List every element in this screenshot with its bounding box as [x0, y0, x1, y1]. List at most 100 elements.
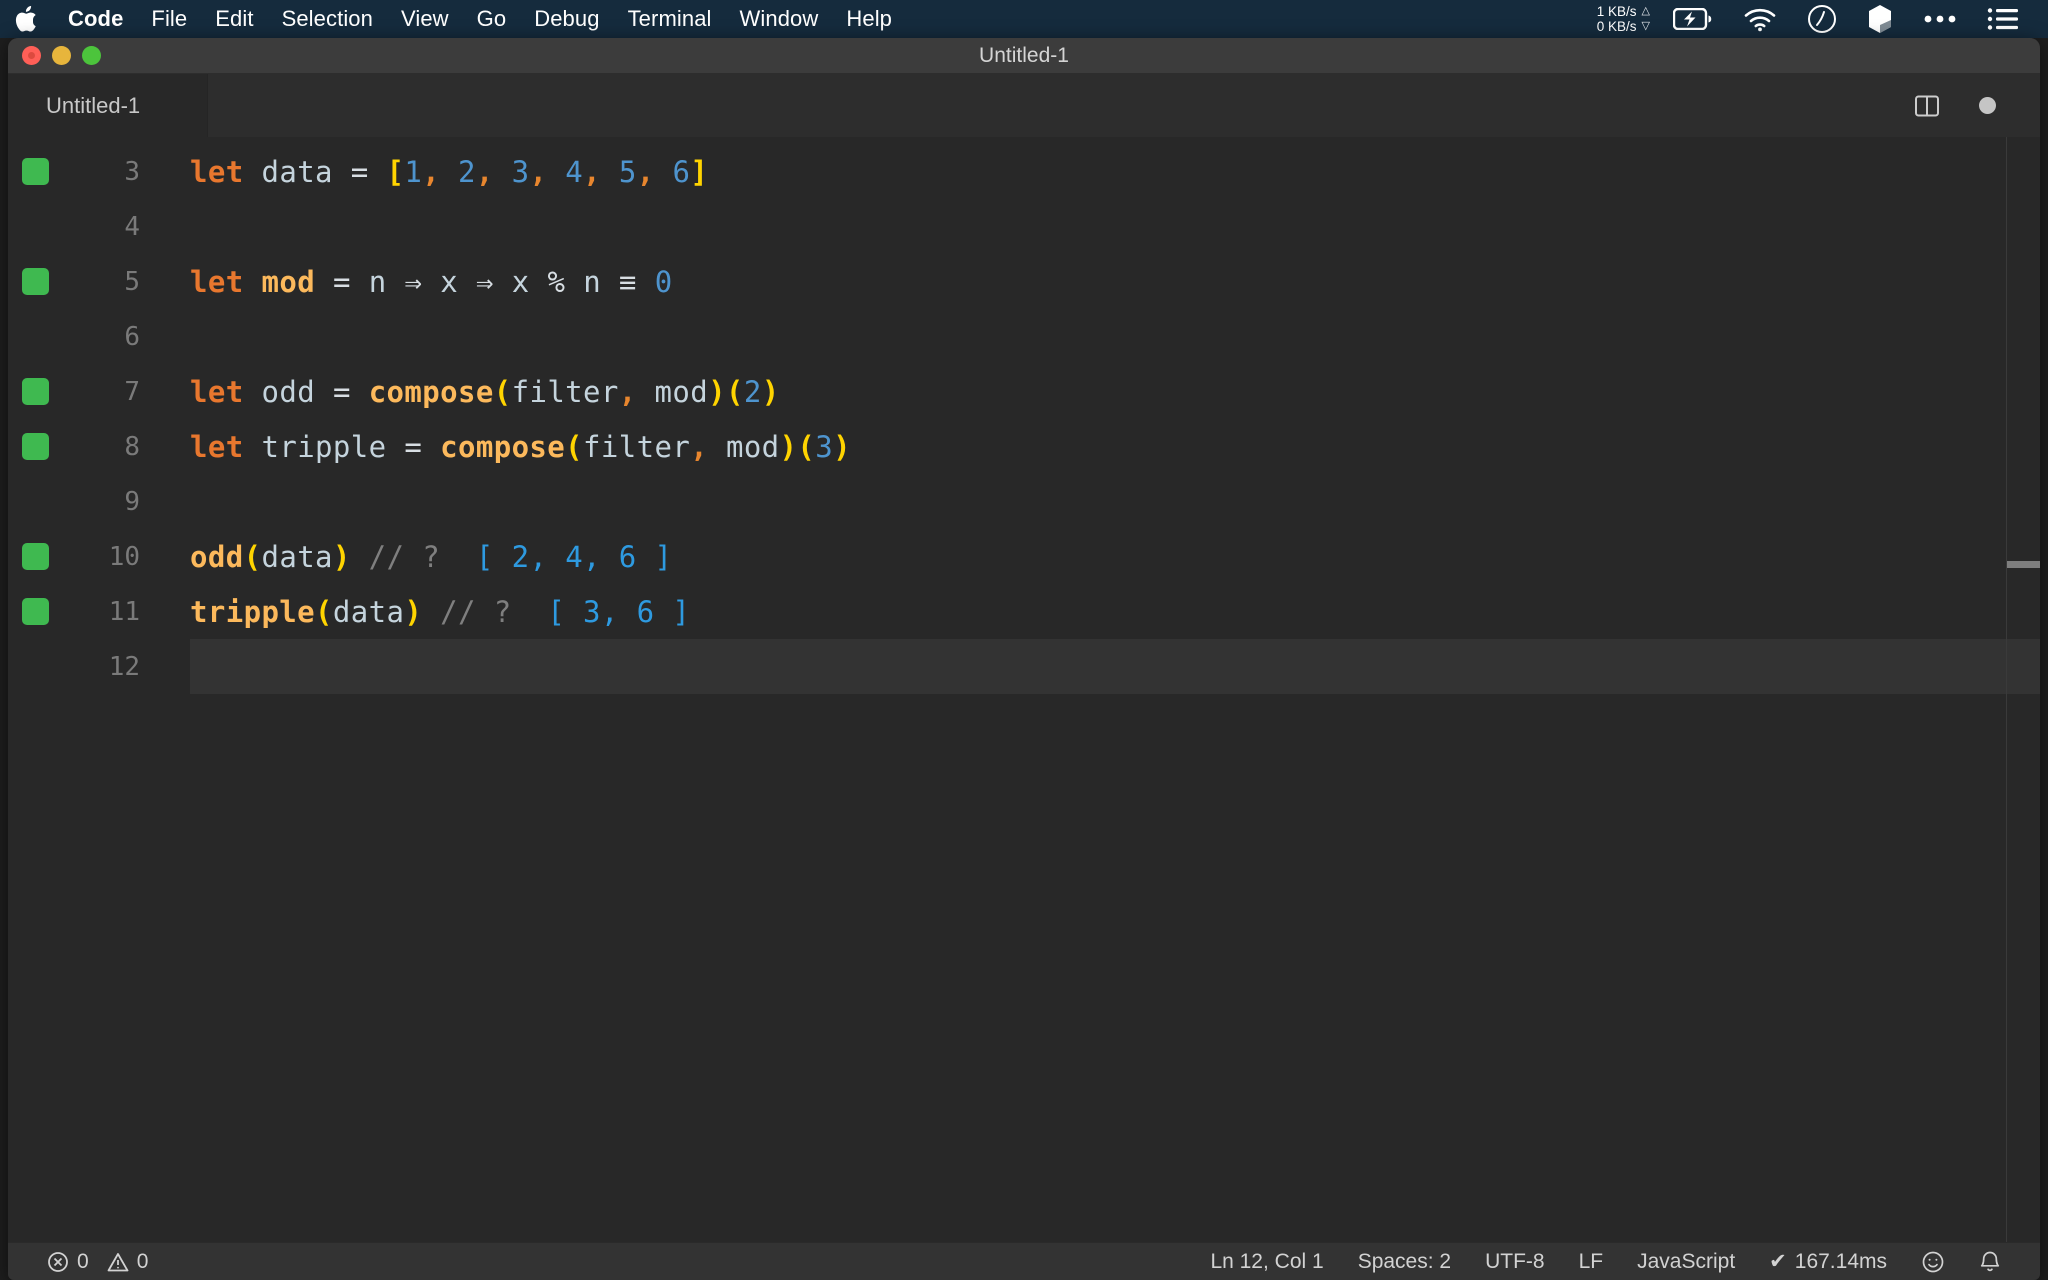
cube-icon[interactable]	[1852, 0, 1908, 38]
code-token: 5	[618, 154, 637, 189]
ellipsis-icon[interactable]	[1908, 0, 1972, 38]
code-editor[interactable]: 3 let data = [1, 2, 3, 4, 5, 6] 4 5 let mod …	[8, 137, 2040, 1242]
status-bar-left: 0 0	[8, 1243, 165, 1280]
code-token: ≡	[618, 264, 637, 299]
code-token: ,	[422, 154, 441, 189]
code-line[interactable]: 6	[8, 309, 2040, 364]
code-token: [	[386, 154, 405, 189]
wifi-icon[interactable]	[1728, 0, 1792, 38]
code-line[interactable]: 9	[8, 474, 2040, 529]
code-token: %	[547, 264, 566, 299]
battery-charging-icon[interactable]	[1658, 0, 1728, 38]
code-line[interactable]: 10 odd(data) // ? [ 2, 4, 6 ]	[8, 529, 2040, 584]
code-token: [ 2, 4, 6 ]	[475, 539, 673, 574]
apple-logo-icon[interactable]	[0, 0, 54, 38]
unsaved-indicator[interactable]	[1970, 89, 2004, 123]
menu-item-window[interactable]: Window	[726, 0, 833, 38]
quokka-runtime[interactable]: ✔ 167.14ms	[1752, 1243, 1904, 1280]
code-lines-container: 3 let data = [1, 2, 3, 4, 5, 6] 4 5 let mod …	[8, 137, 2040, 694]
coverage-marker-icon[interactable]	[22, 543, 49, 570]
indentation-setting[interactable]: Spaces: 2	[1341, 1243, 1468, 1280]
menu-item-code[interactable]: Code	[54, 0, 137, 38]
code-token: ,	[690, 429, 709, 464]
code-line[interactable]: 12	[8, 639, 2040, 694]
menu-item-go[interactable]: Go	[463, 0, 521, 38]
line-number: 11	[108, 596, 140, 627]
code-line[interactable]: 7 let odd = compose(filter, mod)(2)	[8, 364, 2040, 419]
split-editor-icon[interactable]	[1910, 89, 1944, 123]
menu-item-selection[interactable]: Selection	[268, 0, 387, 38]
code-line[interactable]: 5 let mod = n ⇒ x ⇒ x % n ≡ 0	[8, 254, 2040, 309]
menu-item-terminal[interactable]: Terminal	[614, 0, 726, 38]
line-number: 10	[108, 541, 140, 572]
minimap-divider	[2006, 137, 2007, 1242]
code-token: filter	[583, 429, 691, 464]
tab-bar-actions	[1910, 74, 2040, 137]
coverage-marker-icon[interactable]	[22, 598, 49, 625]
zoom-button[interactable]	[82, 46, 101, 65]
code-token: compose	[368, 374, 494, 409]
problems-indicator[interactable]: 0 0	[30, 1243, 165, 1280]
coverage-marker-icon[interactable]	[22, 378, 49, 405]
coverage-marker-icon[interactable]	[22, 158, 49, 185]
code-token: =	[404, 429, 423, 464]
code-token: (	[797, 429, 816, 464]
line-ending-setting[interactable]: LF	[1562, 1243, 1621, 1280]
code-token: 1	[404, 154, 423, 189]
close-button[interactable]	[22, 46, 41, 65]
coverage-marker-icon[interactable]	[22, 268, 49, 295]
menu-item-help[interactable]: Help	[832, 0, 906, 38]
menu-item-view[interactable]: View	[387, 0, 463, 38]
editor-window: Untitled-1 Untitled-1 3 let data = [1, 2,…	[8, 38, 2040, 1280]
coverage-marker-icon[interactable]	[22, 433, 49, 460]
code-token: )	[404, 594, 423, 629]
encoding-setting[interactable]: UTF-8	[1468, 1243, 1562, 1280]
line-number: 5	[124, 266, 140, 297]
vertical-scrollbar-thumb[interactable]	[2007, 561, 2040, 568]
menu-item-edit[interactable]: Edit	[201, 0, 267, 38]
code-token: data	[332, 594, 405, 629]
speedometer-icon[interactable]	[1792, 0, 1852, 38]
code-token: mod	[261, 264, 316, 299]
traffic-light-buttons	[8, 46, 101, 65]
code-token: data	[261, 154, 333, 189]
code-token: 2	[743, 374, 762, 409]
code-token: )	[708, 374, 726, 409]
tab-untitled-1[interactable]: Untitled-1	[8, 74, 208, 137]
check-icon: ✔	[1769, 1250, 1787, 1273]
code-token: (	[315, 594, 333, 629]
network-speed-indicator[interactable]: 1 KB/s 0 KB/s △ ▽	[1585, 4, 1658, 34]
download-speed: 0 KB/s	[1596, 19, 1637, 34]
feedback-button[interactable]	[1904, 1243, 1962, 1280]
code-line[interactable]: 8 let tripple = compose(filter, mod)(3)	[8, 419, 2040, 474]
line-number: 8	[124, 431, 140, 462]
notifications-button[interactable]	[1962, 1243, 2018, 1280]
minimize-button[interactable]	[52, 46, 71, 65]
code-token: 6	[672, 154, 691, 189]
code-line[interactable]: 3 let data = [1, 2, 3, 4, 5, 6]	[8, 144, 2040, 199]
code-token: ,	[636, 154, 655, 189]
code-token: x	[440, 264, 459, 299]
line-highlight	[190, 639, 2040, 694]
cursor-position[interactable]: Ln 12, Col 1	[1193, 1243, 1340, 1280]
code-line[interactable]: 11 tripple(data) // ? [ 3, 6 ]	[8, 584, 2040, 639]
menu-item-file[interactable]: File	[137, 0, 201, 38]
code-token: //	[368, 539, 405, 574]
menu-item-debug[interactable]: Debug	[520, 0, 613, 38]
runtime-value: 167.14ms	[1794, 1249, 1887, 1273]
code-line[interactable]: 4	[8, 199, 2040, 254]
error-icon	[47, 1251, 69, 1273]
language-mode[interactable]: JavaScript	[1620, 1243, 1752, 1280]
list-icon[interactable]	[1972, 0, 2034, 38]
code-token: ⇒	[404, 264, 423, 299]
